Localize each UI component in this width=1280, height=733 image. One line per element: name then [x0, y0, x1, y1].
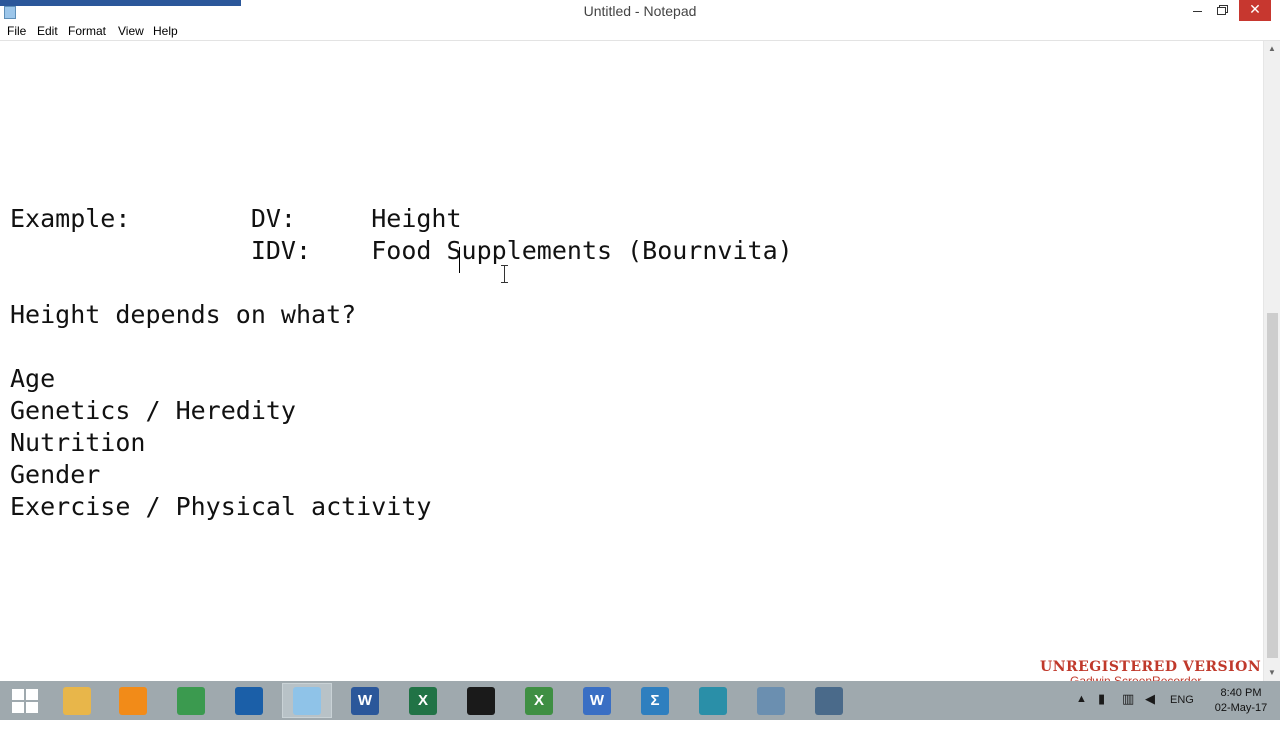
taskbar: WXXWΣ ▲ ▮ ▥ ◀ ENG 8:40 PM 02-May-17	[0, 681, 1280, 720]
watermark-title: UNREGISTERED VERSION	[1040, 659, 1262, 675]
taskbar-app-button[interactable]: W	[340, 683, 390, 718]
scrollbar-thumb[interactable]	[1267, 313, 1278, 658]
close-button[interactable]: ✕	[1239, 0, 1271, 21]
text-line: Gender	[10, 460, 101, 489]
taskbar-app-button[interactable]	[746, 683, 796, 718]
notepad-icon	[293, 686, 321, 715]
close-icon: ✕	[1249, 1, 1261, 17]
text-line: IDV: Food Supplements (Bournvita)	[10, 236, 793, 265]
taskbar-app-button[interactable]: Σ	[630, 683, 680, 718]
taskbar-app-button[interactable]	[456, 683, 506, 718]
clock[interactable]: 8:40 PM 02-May-17	[1205, 686, 1277, 716]
scroll-up-icon[interactable]: ▲	[1264, 41, 1280, 57]
power-icon[interactable]: ▮	[1098, 691, 1105, 730]
volume-icon[interactable]: ◀	[1145, 691, 1155, 730]
maximize-button[interactable]	[1208, 0, 1236, 22]
taskbar-app-button[interactable]: X	[398, 683, 448, 718]
tray-chevron-icon[interactable]: ▲	[1076, 693, 1087, 732]
word-alt-icon: W	[583, 686, 611, 715]
text-line: Age	[10, 364, 56, 393]
windows-logo-icon	[12, 688, 38, 713]
taskbar-app-button[interactable]: W	[572, 683, 622, 718]
text-line: Genetics / Heredity	[10, 396, 296, 425]
calculator-icon	[757, 686, 785, 715]
excel-icon: X	[409, 686, 437, 715]
text-editor[interactable]: Example: DV: Height IDV: Food Supplement…	[0, 41, 1263, 681]
taskbar-app-button[interactable]: X	[514, 683, 564, 718]
word-icon: W	[351, 686, 379, 715]
taskbar-app-button[interactable]	[688, 683, 738, 718]
network-tray-icon[interactable]: ▥	[1122, 691, 1134, 730]
menu-edit[interactable]: Edit	[37, 24, 58, 38]
taskbar-app-button[interactable]	[804, 683, 854, 718]
start-button[interactable]	[0, 683, 50, 718]
menu-view[interactable]: View	[118, 24, 144, 38]
taskbar-app-button[interactable]	[108, 683, 158, 718]
menu-help[interactable]: Help	[153, 24, 178, 38]
text-caret	[459, 247, 460, 273]
virtualbox-icon	[235, 686, 263, 715]
menu-format[interactable]: Format	[68, 24, 106, 38]
file-explorer-icon	[63, 686, 91, 715]
text-line: Exercise / Physical activity	[10, 492, 432, 521]
title-bar: Untitled - Notepad ✕	[0, 0, 1280, 23]
taskbar-app-button[interactable]	[52, 683, 102, 718]
clock-date: 02-May-17	[1214, 702, 1268, 714]
text-line: Nutrition	[10, 428, 146, 457]
clock-time: 8:40 PM	[1220, 687, 1262, 699]
app-icon	[467, 686, 495, 715]
text-line: Example: DV: Height	[10, 204, 462, 233]
language-indicator[interactable]: ENG	[1170, 694, 1194, 733]
network-icon	[699, 686, 727, 715]
menu-bar: File Edit Format View Help	[0, 22, 1280, 41]
math-icon: Σ	[641, 686, 669, 715]
taskbar-app-button[interactable]	[224, 683, 274, 718]
remote-desktop-icon	[815, 686, 843, 715]
scroll-down-icon[interactable]: ▼	[1264, 665, 1280, 681]
ibeam-cursor-icon	[501, 265, 509, 283]
chrome-icon	[177, 686, 205, 715]
taskbar-app-button[interactable]	[166, 683, 216, 718]
menu-file[interactable]: File	[7, 24, 26, 38]
window-title: Untitled - Notepad	[583, 3, 697, 19]
taskbar-app-button[interactable]	[282, 683, 332, 718]
text-line: Height depends on what?	[10, 300, 357, 329]
vlc-icon	[119, 686, 147, 715]
excel-alt-icon: X	[525, 686, 553, 715]
vertical-scrollbar[interactable]: ▲ ▼	[1263, 41, 1280, 681]
